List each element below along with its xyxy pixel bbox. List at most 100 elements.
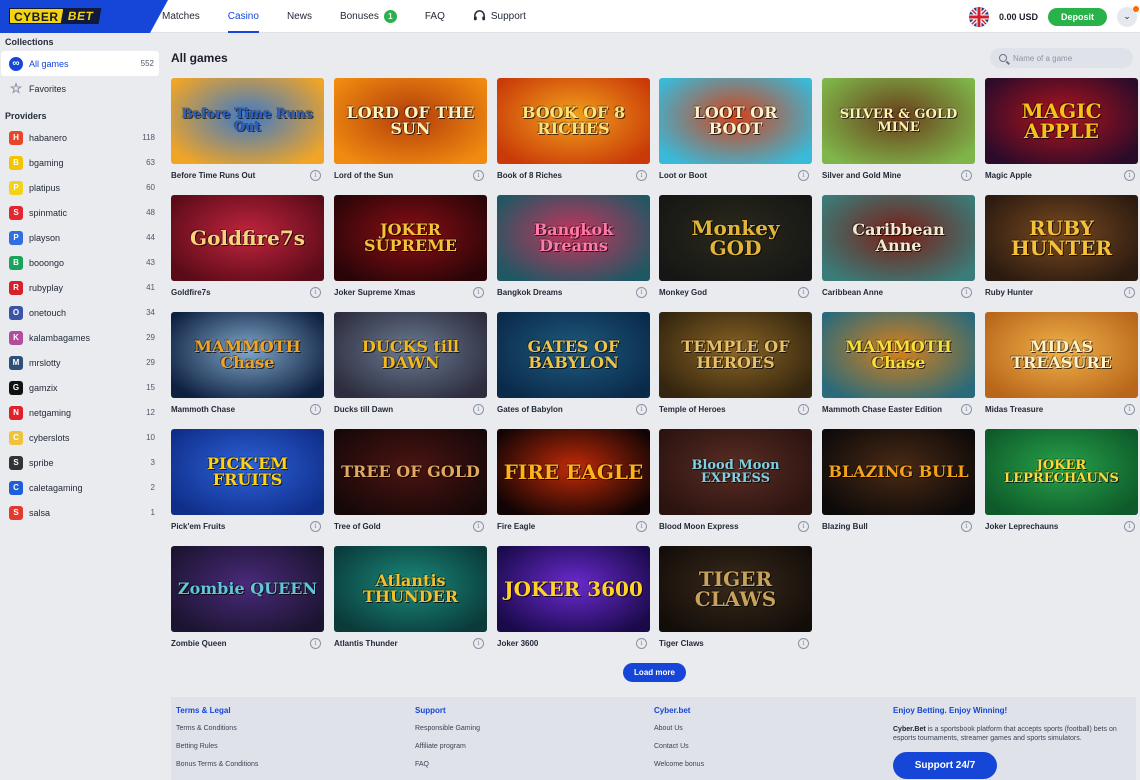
game-thumbnail[interactable]: Caribbean Anne (822, 195, 975, 281)
info-icon[interactable]: i (473, 170, 484, 181)
info-icon[interactable]: i (961, 521, 972, 532)
info-icon[interactable]: i (473, 404, 484, 415)
game-thumbnail[interactable]: DUCKS till DAWN (334, 312, 487, 398)
game-thumbnail[interactable]: Zombie QUEEN (171, 546, 324, 632)
game-card[interactable]: LORD OF THE SUN Lord of the Sun i (334, 78, 487, 183)
info-icon[interactable]: i (310, 521, 321, 532)
game-card[interactable]: MAMMOTH Chase Mammoth Chase i (171, 312, 324, 417)
game-card[interactable]: BOOK OF 8 RICHES Book of 8 Riches i (497, 78, 650, 183)
game-thumbnail[interactable]: RUBY HUNTER (985, 195, 1138, 281)
game-thumbnail[interactable]: LOOT OR BOOT (659, 78, 812, 164)
cyberbet-logo[interactable]: CYBER BET (9, 8, 101, 24)
nav-casino[interactable]: Casino (227, 0, 260, 33)
sidebar-item-kalambagames[interactable]: Kkalambagames 29 (0, 325, 160, 350)
game-thumbnail[interactable]: FIRE EAGLE (497, 429, 650, 515)
nav-matches[interactable]: Matches (162, 0, 200, 33)
info-icon[interactable]: i (473, 521, 484, 532)
game-thumbnail[interactable]: SILVER & GOLD MINE (822, 78, 975, 164)
footer-link[interactable]: Terms & Conditions (176, 725, 258, 743)
nav-news[interactable]: News (287, 0, 312, 33)
load-more-button[interactable]: Load more (623, 663, 686, 682)
footer-link[interactable]: Welcome bonus (654, 761, 704, 779)
sidebar-item-playson[interactable]: Pplayson 44 (0, 225, 160, 250)
game-thumbnail[interactable]: MAGIC APPLE (985, 78, 1138, 164)
nav-faq[interactable]: FAQ (425, 0, 445, 33)
info-icon[interactable]: i (798, 638, 809, 649)
sidebar-item-mrslotty[interactable]: Mmrslotty 29 (0, 350, 160, 375)
sidebar-item-bgaming[interactable]: Bbgaming 63 (0, 150, 160, 175)
deposit-button[interactable]: Deposit (1047, 7, 1107, 26)
uk-flag-icon[interactable] (968, 6, 989, 27)
info-icon[interactable]: i (961, 404, 972, 415)
sidebar-item-cyberslots[interactable]: Ccyberslots 10 (0, 425, 160, 450)
info-icon[interactable]: i (473, 287, 484, 298)
game-thumbnail[interactable]: Monkey GOD (659, 195, 812, 281)
sidebar-item-spinmatic[interactable]: Sspinmatic 48 (0, 200, 160, 225)
game-card[interactable]: Goldfire7s Goldfire7s i (171, 195, 324, 300)
game-card[interactable]: Zombie QUEEN Zombie Queen i (171, 546, 324, 651)
game-card[interactable]: GATES OF BABYLON Gates of Babylon i (497, 312, 650, 417)
info-icon[interactable]: i (310, 638, 321, 649)
game-thumbnail[interactable]: Bangkok Dreams (497, 195, 650, 281)
info-icon[interactable]: i (636, 287, 647, 298)
game-card[interactable]: LOOT OR BOOT Loot or Boot i (659, 78, 812, 183)
support-24-7-button[interactable]: Support 24/7 (893, 752, 997, 779)
sidebar-item-caletagaming[interactable]: Ccaletagaming 2 (0, 475, 160, 500)
info-icon[interactable]: i (961, 287, 972, 298)
game-thumbnail[interactable]: MIDAS TREASURE (985, 312, 1138, 398)
game-card[interactable]: FIRE EAGLE Fire Eagle i (497, 429, 650, 534)
game-thumbnail[interactable]: BOOK OF 8 RICHES (497, 78, 650, 164)
game-card[interactable]: Blood Moon EXPRESS Blood Moon Express i (659, 429, 812, 534)
game-card[interactable]: MAGIC APPLE Magic Apple i (985, 78, 1138, 183)
info-icon[interactable]: i (636, 404, 647, 415)
sidebar-item-spribe[interactable]: Sspribe 3 (0, 450, 160, 475)
info-icon[interactable]: i (310, 170, 321, 181)
info-icon[interactable]: i (636, 521, 647, 532)
info-icon[interactable]: i (310, 404, 321, 415)
footer-link[interactable]: Bonus Terms & Conditions (176, 761, 258, 779)
game-thumbnail[interactable]: Blood Moon EXPRESS (659, 429, 812, 515)
game-thumbnail[interactable]: BLAZING BULL (822, 429, 975, 515)
game-card[interactable]: JOKER LEPRECHAUNS Joker Leprechauns i (985, 429, 1138, 534)
info-icon[interactable]: i (798, 521, 809, 532)
sidebar-item-all-games[interactable]: ∞ All games 552 (1, 51, 159, 76)
info-icon[interactable]: i (1124, 404, 1135, 415)
game-card[interactable]: Atlantis THUNDER Atlantis Thunder i (334, 546, 487, 651)
game-card[interactable]: TREE OF GOLD Tree of Gold i (334, 429, 487, 534)
game-thumbnail[interactable]: LORD OF THE SUN (334, 78, 487, 164)
game-card[interactable]: TIGER CLAWS Tiger Claws i (659, 546, 812, 651)
game-thumbnail[interactable]: Atlantis THUNDER (334, 546, 487, 632)
info-icon[interactable]: i (961, 170, 972, 181)
game-card[interactable]: SILVER & GOLD MINE Silver and Gold Mine i (822, 78, 975, 183)
info-icon[interactable]: i (473, 638, 484, 649)
sidebar-item-netgaming[interactable]: Nnetgaming 12 (0, 400, 160, 425)
game-card[interactable]: TEMPLE OF HEROES Temple of Heroes i (659, 312, 812, 417)
footer-link[interactable]: Betting Rules (176, 743, 258, 761)
nav-support[interactable]: Support (473, 0, 526, 33)
footer-link[interactable]: Responsible Gaming (415, 725, 480, 743)
game-thumbnail[interactable]: Before Time Runs Out (171, 78, 324, 164)
footer-link[interactable]: Contact Us (654, 743, 704, 761)
sidebar-item-rubyplay[interactable]: Rrubyplay 41 (0, 275, 160, 300)
footer-link[interactable]: About Us (654, 725, 704, 743)
sidebar-item-booongo[interactable]: Bbooongo 43 (0, 250, 160, 275)
nav-bonuses[interactable]: Bonuses 1 (340, 0, 397, 33)
sidebar-item-favorites[interactable]: ☆ Favorites (0, 76, 160, 101)
game-thumbnail[interactable]: Goldfire7s (171, 195, 324, 281)
game-card[interactable]: MIDAS TREASURE Midas Treasure i (985, 312, 1138, 417)
info-icon[interactable]: i (1124, 170, 1135, 181)
info-icon[interactable]: i (636, 170, 647, 181)
footer-link[interactable]: FAQ (415, 761, 480, 779)
game-card[interactable]: Caribbean Anne Caribbean Anne i (822, 195, 975, 300)
sidebar-item-gamzix[interactable]: Ggamzix 15 (0, 375, 160, 400)
game-thumbnail[interactable]: TEMPLE OF HEROES (659, 312, 812, 398)
game-thumbnail[interactable]: MAMMOTH Chase (171, 312, 324, 398)
account-menu-button[interactable]: ⌄ (1117, 5, 1139, 27)
search-input[interactable] (1013, 53, 1123, 63)
logo-area[interactable]: CYBER BET (0, 0, 168, 33)
info-icon[interactable]: i (798, 404, 809, 415)
game-card[interactable]: JOKER SUPREME Joker Supreme Xmas i (334, 195, 487, 300)
game-card[interactable]: MAMMOTH Chase Mammoth Chase Easter Editio… (822, 312, 975, 417)
sidebar-item-habanero[interactable]: Hhabanero 118 (0, 125, 160, 150)
game-thumbnail[interactable]: JOKER 3600 (497, 546, 650, 632)
